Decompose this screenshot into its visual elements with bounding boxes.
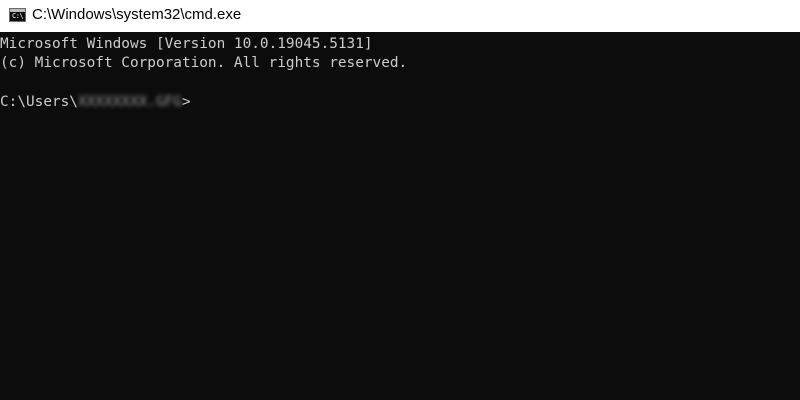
- prompt-username-redacted: XXXXXXXX.GFG: [77, 94, 182, 110]
- icon-glyph: C:\: [12, 12, 24, 20]
- cmd-window: C:\ C:\Windows\system32\cmd.exe Microsof…: [0, 0, 800, 400]
- title-bar[interactable]: C:\ C:\Windows\system32\cmd.exe: [0, 0, 800, 32]
- window-title: C:\Windows\system32\cmd.exe: [32, 6, 242, 23]
- command-prompt[interactable]: C:\Users\XXXXXXXX.GFG>: [0, 92, 191, 112]
- console-copyright-line: (c) Microsoft Corporation. All rights re…: [0, 55, 408, 71]
- cmd-console-icon[interactable]: C:\: [9, 8, 26, 22]
- prompt-path-prefix: C:\Users\: [0, 94, 78, 110]
- console-output-area[interactable]: Microsoft Windows [Version 10.0.19045.51…: [0, 32, 800, 400]
- prompt-caret: >: [181, 94, 191, 110]
- console-version-line: Microsoft Windows [Version 10.0.19045.51…: [0, 36, 373, 52]
